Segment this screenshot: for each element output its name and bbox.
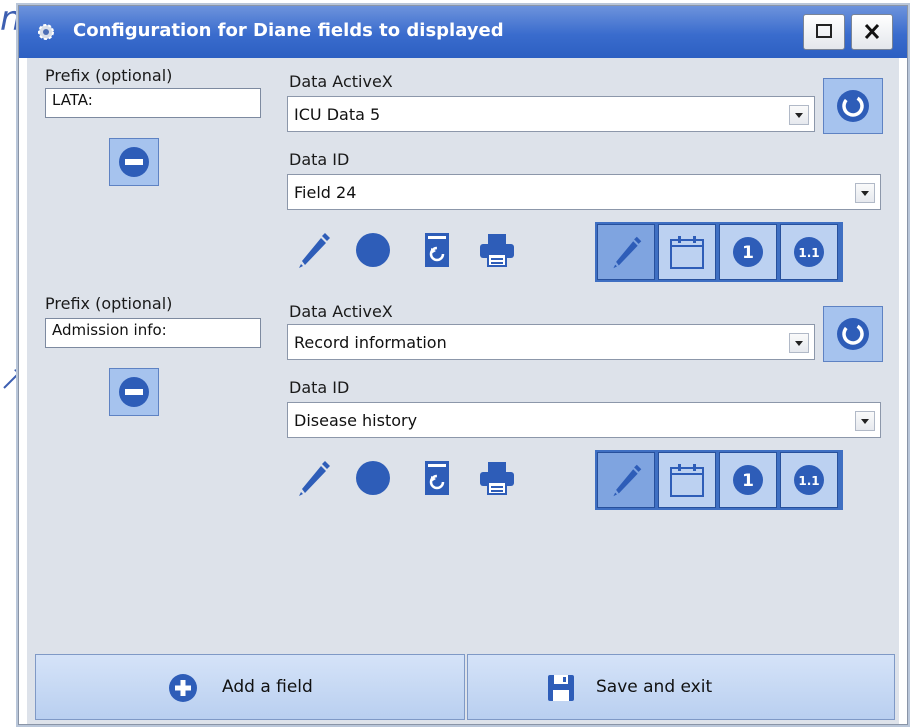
chevron-down-icon[interactable] — [855, 183, 875, 203]
activex-label: Data ActiveX — [289, 72, 393, 91]
display-mode-group: 1 1.1 — [595, 222, 843, 282]
refresh-doc-icon[interactable] — [417, 230, 457, 270]
dialog-content: Prefix (optional) LATA: Data ActiveX ICU… — [27, 58, 899, 724]
number-1-1-icon: 1.1 — [794, 465, 824, 495]
printer-icon[interactable] — [477, 458, 517, 498]
chevron-down-icon[interactable] — [789, 105, 809, 125]
config-dialog: Configuration for Diane fields to displa… — [18, 5, 908, 725]
dataid-combo[interactable]: Field 24 — [287, 174, 881, 210]
save-exit-button[interactable]: Save and exit — [467, 654, 895, 720]
number-one-one-label: 1.1 — [798, 246, 819, 260]
circle-icon[interactable] — [353, 230, 393, 270]
activex-label: Data ActiveX — [289, 302, 393, 321]
prefix-input[interactable]: LATA: — [45, 88, 261, 118]
prefix-label: Prefix (optional) — [45, 66, 173, 85]
pencil-icon — [613, 236, 642, 269]
calendar-icon — [670, 464, 704, 497]
circle-icon[interactable] — [353, 458, 393, 498]
number-1-1-icon: 1.1 — [794, 237, 824, 267]
save-exit-label: Save and exit — [596, 677, 713, 697]
prefix-label: Prefix (optional) — [45, 294, 173, 313]
chevron-down-icon[interactable] — [789, 333, 809, 353]
number-one-label: 1 — [742, 243, 754, 263]
mode-date-button[interactable] — [658, 452, 716, 508]
chevron-down-icon[interactable] — [855, 411, 875, 431]
number-one-label: 1 — [742, 471, 754, 491]
minus-circle-icon — [119, 147, 149, 177]
title-bar[interactable]: Configuration for Diane fields to displa… — [19, 6, 907, 58]
maximize-icon — [816, 24, 832, 38]
mode-text-button[interactable] — [597, 452, 655, 508]
display-mode-group: 1 1.1 — [595, 450, 843, 510]
mode-number-button[interactable]: 1 — [719, 452, 777, 508]
gear-icon — [38, 24, 54, 40]
mode-decimal-button[interactable]: 1.1 — [780, 224, 838, 280]
reset-button[interactable] — [823, 306, 883, 362]
mode-decimal-button[interactable]: 1.1 — [780, 452, 838, 508]
dataid-label: Data ID — [289, 150, 350, 169]
pencil-icon[interactable] — [293, 230, 333, 270]
activex-value: ICU Data 5 — [294, 105, 381, 124]
floppy-disk-icon — [548, 675, 574, 701]
activex-combo[interactable]: Record information — [287, 324, 815, 360]
add-field-label: Add a field — [222, 677, 313, 697]
calendar-icon — [670, 236, 704, 269]
dataid-combo[interactable]: Disease history — [287, 402, 881, 438]
prefix-input[interactable]: Admission info: — [45, 318, 261, 348]
minus-circle-icon — [119, 377, 149, 407]
mode-number-button[interactable]: 1 — [719, 224, 777, 280]
close-button[interactable] — [851, 14, 893, 50]
pencil-icon[interactable] — [293, 458, 333, 498]
remove-field-button[interactable] — [109, 138, 159, 186]
number-one-one-label: 1.1 — [798, 474, 819, 488]
activex-combo[interactable]: ICU Data 5 — [287, 96, 815, 132]
activex-value: Record information — [294, 333, 447, 352]
pencil-icon — [613, 464, 642, 497]
mode-date-button[interactable] — [658, 224, 716, 280]
mode-text-button[interactable] — [597, 224, 655, 280]
printer-icon[interactable] — [477, 230, 517, 270]
power-reset-icon — [837, 90, 869, 122]
number-1-icon: 1 — [733, 237, 763, 267]
plus-circle-icon — [169, 674, 197, 702]
reset-button[interactable] — [823, 78, 883, 134]
add-field-button[interactable]: Add a field — [35, 654, 465, 720]
remove-field-button[interactable] — [109, 368, 159, 416]
window-title: Configuration for Diane fields to displa… — [73, 20, 504, 41]
number-1-icon: 1 — [733, 465, 763, 495]
refresh-doc-icon[interactable] — [417, 458, 457, 498]
close-icon — [864, 23, 880, 40]
dataid-label: Data ID — [289, 378, 350, 397]
dataid-value: Disease history — [294, 411, 418, 430]
dataid-value: Field 24 — [294, 183, 357, 202]
power-reset-icon — [837, 318, 869, 350]
maximize-button[interactable] — [803, 14, 845, 50]
